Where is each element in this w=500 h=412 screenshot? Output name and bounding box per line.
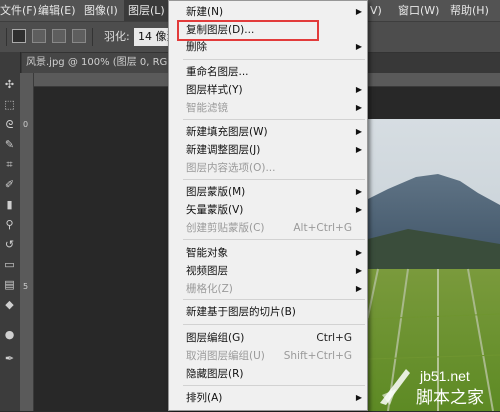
submenu-arrow-icon: ▶ [355,393,362,402]
submenu-arrow-icon: ▶ [355,145,362,154]
menu-item-group-layers[interactable]: 图层编组(G) Ctrl+G [186,329,366,347]
intersect-selection-button[interactable] [72,29,86,43]
menu-separator [183,239,365,240]
subtract-selection-button[interactable] [52,29,66,43]
menu-item-shortcut: Shift+Ctrl+G [283,350,352,362]
menu-item-label: 图层内容选项(O)... [186,162,276,174]
menu-item-label: 栅格化(Z) [186,283,233,295]
menu-item-label: 智能滤镜 [186,102,228,114]
menu-item-layer-style[interactable]: 图层样式(Y) ▶ [186,81,366,99]
history-brush-tool-icon[interactable]: ↺ [3,238,16,251]
submenu-arrow-icon: ▶ [355,205,362,214]
menu-separator [183,179,365,180]
options-separator [92,28,93,46]
submenu-arrow-icon: ▶ [355,284,362,293]
submenu-arrow-icon: ▶ [355,42,362,51]
pen-tool-icon[interactable]: ✒ [3,352,16,365]
menu-separator [183,299,365,300]
menu-item-label: 新建(N) [186,6,224,18]
menu-edit[interactable]: 编辑(E) [38,0,76,21]
submenu-arrow-icon: ▶ [355,7,362,16]
menu-item-label: 新建基于图层的切片(B) [186,306,296,318]
menu-item-smart-object[interactable]: 智能对象 ▶ [186,244,366,262]
svg-text:jb51.net: jb51.net [419,368,470,384]
eraser-tool-icon[interactable]: ▭ [3,258,16,271]
menu-item-label: 矢量蒙版(V) [186,204,244,216]
feather-label: 羽化: [104,30,130,43]
eyedropper-tool-icon[interactable]: ✐ [3,178,16,191]
menu-item-video-layer[interactable]: 视频图层 ▶ [186,262,366,280]
submenu-arrow-icon: ▶ [355,127,362,136]
menu-item-label: 视频图层 [186,265,228,277]
menu-item-ungroup-layers: 取消图层编组(U) Shift+Ctrl+G [186,347,366,365]
menu-item-label: 新建填充图层(W) [186,126,268,138]
menu-view[interactable]: V) [370,0,382,21]
menu-separator [183,385,365,386]
stamp-tool-icon[interactable]: ⚲ [3,218,16,231]
ruler-label: 5 [23,282,29,291]
menu-item-label: 图层编组(G) [186,332,245,344]
menu-item-label: 新建调整图层(J) [186,144,261,156]
tools-panel: ✣ ⬚ ᘓ ✎ ⌗ ✐ ▮ ⚲ ↺ ▭ ▤ ◆ ● ✒ [0,52,21,411]
menu-item-arrange[interactable]: 排列(A) ▶ [186,389,366,407]
menu-item-layer-content-options: 图层内容选项(O)... [186,159,366,177]
add-selection-button[interactable] [32,29,46,43]
highlight-annotation-box [177,20,319,41]
menu-item-shortcut: Ctrl+G [316,332,352,344]
menu-separator [183,59,365,60]
menu-item-new-fill-layer[interactable]: 新建填充图层(W) ▶ [186,123,366,141]
menu-item-label: 重命名图层... [186,66,249,78]
menu-layer[interactable]: 图层(L) [124,0,169,21]
blur-tool-icon[interactable]: ◆ [3,298,16,311]
menu-item-vector-mask[interactable]: 矢量蒙版(V) ▶ [186,201,366,219]
menu-item-rasterize: 栅格化(Z) ▶ [186,280,366,298]
submenu-arrow-icon: ▶ [355,248,362,257]
menu-item-label: 图层样式(Y) [186,84,243,96]
lasso-tool-icon[interactable]: ᘓ [3,118,16,131]
menu-item-new[interactable]: 新建(N) ▶ [186,3,366,21]
svg-text:脚本之家: 脚本之家 [416,388,484,408]
marquee-tool-icon[interactable]: ⬚ [3,98,16,111]
crop-tool-icon[interactable]: ⌗ [3,158,16,171]
menu-item-label: 删除 [186,41,207,53]
menu-item-smart-filter: 智能滤镜 ▶ [186,99,366,117]
brush-tool-icon[interactable]: ▮ [3,198,16,211]
menu-window[interactable]: 窗口(W) [398,0,439,21]
menu-item-new-adjustment-layer[interactable]: 新建调整图层(J) ▶ [186,141,366,159]
move-tool-icon[interactable]: ✣ [3,78,16,91]
gradient-tool-icon[interactable]: ▤ [3,278,16,291]
dodge-tool-icon[interactable]: ● [3,328,16,341]
document-tab[interactable]: 风景.jpg @ 100% (图层 0, RGB/8 [22,53,170,73]
submenu-arrow-icon: ▶ [355,103,362,112]
feather-input[interactable]: 14 像素 [134,28,170,46]
submenu-arrow-icon: ▶ [355,187,362,196]
submenu-arrow-icon: ▶ [355,266,362,275]
vertical-ruler: 0 5 [20,73,34,411]
menu-image[interactable]: 图像(I) [84,0,118,21]
menu-item-rename-layer[interactable]: 重命名图层... [186,63,366,81]
menu-item-label: 创建剪贴蒙版(C) [186,222,265,234]
options-separator [6,28,7,46]
menu-item-create-clipping-mask: 创建剪贴蒙版(C) Alt+Ctrl+G [186,219,366,237]
menu-item-label: 智能对象 [186,247,228,259]
menu-file[interactable]: 文件(F) [0,0,37,21]
menu-item-shortcut: Alt+Ctrl+G [293,222,352,234]
menu-item-label: 排列(A) [186,392,223,404]
menu-separator [183,119,365,120]
menu-item-label: 隐藏图层(R) [186,368,244,380]
menu-item-new-layer-based-slice[interactable]: 新建基于图层的切片(B) [186,303,366,321]
submenu-arrow-icon: ▶ [355,85,362,94]
ruler-label: 0 [23,120,29,129]
menu-item-hide-layers[interactable]: 隐藏图层(R) [186,365,366,383]
menu-separator [183,324,365,325]
menu-item-label: 取消图层编组(U) [186,350,265,362]
layer-dropdown-menu: 新建(N) ▶ 复制图层(D)... 删除 ▶ 重命名图层... 图层样式(Y)… [168,0,368,411]
new-selection-button[interactable] [12,29,26,43]
menu-help[interactable]: 帮助(H) [450,0,489,21]
watermark-logo: jb51.net 脚本之家 [376,365,496,409]
menu-item-layer-mask[interactable]: 图层蒙版(M) ▶ [186,183,366,201]
quick-select-tool-icon[interactable]: ✎ [3,138,16,151]
menu-item-label: 图层蒙版(M) [186,186,246,198]
